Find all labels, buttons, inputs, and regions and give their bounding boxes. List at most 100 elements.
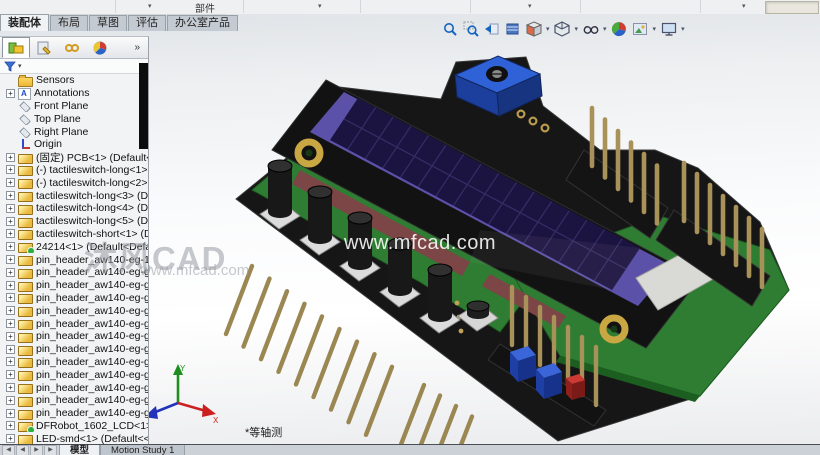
tree-item-label: Origin bbox=[34, 138, 63, 151]
expand-toggle[interactable]: + bbox=[6, 242, 15, 252]
tree-item[interactable]: + Front Plane bbox=[0, 100, 148, 113]
tree-item[interactable]: + pin_header_aw140-eg-g03 bbox=[0, 317, 148, 330]
tree-item-icon bbox=[18, 100, 31, 112]
expand-toggle[interactable]: + bbox=[6, 434, 15, 444]
view-settings-button[interactable] bbox=[659, 20, 678, 39]
tree-item-label: tactileswitch-long<4> (Def bbox=[36, 202, 148, 215]
expand-toggle[interactable]: + bbox=[6, 203, 15, 213]
expand-toggle[interactable]: + bbox=[6, 191, 15, 201]
tree-item[interactable]: + DFRobot_1602_LCD<1> (D bbox=[0, 420, 148, 433]
tree-item-label: (固定) PCB<1> (Default<< bbox=[36, 151, 148, 164]
previous-view-button[interactable] bbox=[482, 20, 501, 39]
tab-featuremanager-design-tree[interactable] bbox=[2, 37, 30, 58]
expand-toggle[interactable]: + bbox=[6, 165, 15, 175]
tree-item[interactable]: + tactileswitch-long<4> (Def bbox=[0, 202, 148, 215]
tree-item[interactable]: + pin_header_aw140-eg-g08 bbox=[0, 381, 148, 394]
expand-toggle[interactable]: + bbox=[6, 229, 15, 239]
dropdown-caret-icon[interactable]: ▾ bbox=[528, 2, 532, 10]
tab-configurationmanager[interactable] bbox=[58, 37, 86, 58]
tree-item-label: pin_header_aw140-eg-g09 bbox=[36, 407, 148, 420]
tree-item-icon bbox=[18, 320, 33, 330]
apply-scene-button[interactable] bbox=[631, 20, 650, 39]
tree-item[interactable]: + pin_header_aw140-eg-g02 bbox=[0, 279, 148, 292]
dropdown-caret-icon[interactable]: ▾ bbox=[742, 2, 746, 10]
document-tab[interactable]: Motion Study 1 bbox=[100, 445, 186, 455]
tree-item-icon bbox=[18, 74, 33, 87]
tree-item-icon bbox=[18, 179, 33, 190]
dropdown-caret-icon[interactable]: ▾ bbox=[575, 25, 579, 33]
tree-item[interactable]: + (-) tactileswitch-long<1> (D bbox=[0, 164, 148, 177]
tree-item[interactable]: + pin_header_aw140-eg-g02 bbox=[0, 292, 148, 305]
dropdown-caret-icon[interactable]: ▾ bbox=[681, 25, 685, 33]
tab-appearances[interactable] bbox=[86, 37, 114, 58]
zoom-area-button[interactable] bbox=[461, 20, 480, 39]
expand-toggle[interactable]: + bbox=[6, 267, 15, 277]
expand-toggle[interactable]: + bbox=[6, 370, 15, 380]
expand-toggle[interactable]: + bbox=[6, 280, 15, 290]
bottom-tab-bar: ◀ ◀ ▶ ▶ 模型 Motion Study 1 bbox=[0, 444, 820, 455]
tree-item-icon bbox=[18, 243, 35, 254]
zoom-fit-button[interactable] bbox=[440, 20, 459, 39]
tree-item[interactable]: + pin_header_aw140-eg-g07 bbox=[0, 368, 148, 382]
filter-caret-icon[interactable]: ▾ bbox=[18, 62, 22, 70]
tree-item-icon bbox=[18, 371, 33, 382]
view-orientation-button[interactable] bbox=[524, 20, 543, 39]
tree-item[interactable]: + pin_header_aw140-eg-g06 bbox=[0, 356, 148, 369]
hide-show-items-button[interactable] bbox=[581, 20, 600, 39]
expand-toggle[interactable]: + bbox=[6, 408, 15, 418]
expand-toggle[interactable]: + bbox=[6, 383, 15, 393]
expand-toggle[interactable]: + bbox=[6, 344, 15, 354]
tree-item[interactable]: + pin_header_aw140-eg-g09 bbox=[0, 407, 148, 420]
tab-scroll-button[interactable]: ▶ bbox=[44, 445, 57, 455]
section-view-button[interactable] bbox=[503, 20, 522, 39]
expand-toggle[interactable]: + bbox=[6, 293, 15, 303]
ribbon-tab[interactable]: 装配体 bbox=[0, 14, 49, 31]
expand-toggle[interactable]: + bbox=[6, 178, 15, 188]
expand-toggle[interactable]: + bbox=[6, 395, 15, 405]
expand-toggle[interactable]: + bbox=[6, 319, 15, 329]
tree-item[interactable]: + tactileswitch-long<5> (Def bbox=[0, 215, 148, 228]
tree-item[interactable]: + (固定) PCB<1> (Default<< bbox=[0, 151, 148, 164]
tree-item[interactable]: + pin_header_aw140-eg-g03 bbox=[0, 330, 148, 343]
expand-toggle[interactable]: + bbox=[6, 216, 15, 226]
tree-item[interactable]: + Origin bbox=[0, 138, 148, 151]
insert-component-label[interactable]: 部件 bbox=[195, 0, 215, 15]
panel-expand-button[interactable]: » bbox=[134, 42, 140, 53]
edit-appearance-button[interactable] bbox=[610, 20, 629, 39]
expand-toggle[interactable]: + bbox=[6, 421, 15, 431]
tree-item[interactable]: + tactileswitch-long<3> (Def bbox=[0, 189, 148, 202]
tree-item[interactable]: + Sensors bbox=[0, 74, 148, 87]
expand-toggle[interactable]: + bbox=[6, 357, 15, 367]
tree-item[interactable]: + pin_header_aw140-eg-g06 bbox=[0, 343, 148, 356]
tab-scroll-button[interactable]: ▶ bbox=[30, 445, 43, 455]
expand-toggle[interactable]: + bbox=[6, 331, 15, 341]
tree-item[interactable]: + (-) tactileswitch-long<2> (D bbox=[0, 176, 148, 190]
document-tab[interactable]: 模型 bbox=[59, 445, 101, 455]
tree-item[interactable]: + pin_header_aw140-eg-g08 bbox=[0, 394, 148, 407]
dropdown-caret-icon[interactable]: ▾ bbox=[653, 25, 657, 33]
dropdown-caret-icon[interactable]: ▾ bbox=[603, 25, 607, 33]
filter-funnel-icon[interactable] bbox=[4, 61, 16, 72]
tree-item[interactable]: + pin_header_aw140-eg-g03 bbox=[0, 304, 148, 318]
dropdown-caret-icon[interactable]: ▾ bbox=[148, 2, 152, 10]
tab-propertymanager[interactable] bbox=[30, 37, 58, 58]
dropdown-caret-icon[interactable]: ▾ bbox=[318, 2, 322, 10]
ribbon-tab[interactable]: 办公室产品 bbox=[167, 15, 238, 31]
ribbon-tab[interactable]: 布局 bbox=[50, 15, 88, 31]
tab-scroll-button[interactable]: ◀ bbox=[16, 445, 29, 455]
dropdown-caret-icon[interactable]: ▾ bbox=[546, 25, 550, 33]
toolbar-inset-box bbox=[765, 1, 819, 14]
tree-item-label: pin_header_aw140-eg-g08 bbox=[36, 381, 148, 394]
tree-item[interactable]: + Right Plane bbox=[0, 125, 148, 138]
tree-item[interactable]: + Annotations bbox=[0, 87, 148, 100]
tab-scroll-button[interactable]: ◀ bbox=[2, 445, 15, 455]
expand-toggle[interactable]: + bbox=[6, 255, 15, 265]
ribbon-tab[interactable]: 草图 bbox=[89, 15, 127, 31]
expand-toggle[interactable]: + bbox=[6, 152, 15, 162]
tree-item-label: Top Plane bbox=[34, 112, 81, 125]
expand-toggle[interactable]: + bbox=[6, 306, 15, 316]
ribbon-tab[interactable]: 评估 bbox=[128, 15, 166, 31]
tree-item[interactable]: + Top Plane bbox=[0, 112, 148, 125]
display-style-button[interactable] bbox=[553, 20, 572, 39]
expand-toggle[interactable]: + bbox=[6, 88, 15, 98]
